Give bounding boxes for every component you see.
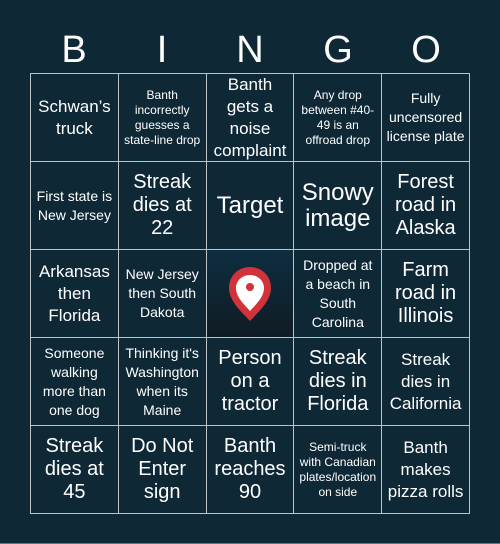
header-letter-i: I <box>156 29 168 71</box>
bingo-cell[interactable]: Farm road in Illinois <box>382 250 470 338</box>
bingo-cell[interactable]: Schwan’s truck <box>31 74 119 162</box>
header-letter-g: G <box>323 29 353 71</box>
bingo-cell[interactable]: Dropped at a beach in South Carolina <box>294 250 383 338</box>
bingo-cell[interactable]: Fully uncensored license plate <box>382 74 470 162</box>
bingo-cell[interactable]: Arkansas then Florida <box>31 250 119 338</box>
bingo-cell[interactable]: Semi-truck with Canadian plates/location… <box>294 426 383 514</box>
header-letter-o: O <box>411 29 441 71</box>
free-space[interactable] <box>206 250 295 338</box>
bingo-cell[interactable]: Forest road in Alaska <box>382 162 470 250</box>
bingo-cell[interactable]: Person on a tractor <box>206 338 295 426</box>
bingo-cell[interactable]: Target <box>206 162 295 250</box>
bingo-cell[interactable]: Streak dies at 45 <box>31 426 119 514</box>
bingo-cell[interactable]: Someone walking more than one dog <box>31 338 119 426</box>
bingo-cell[interactable]: Streak dies at 22 <box>118 162 207 250</box>
bingo-cell[interactable]: New Jersey then South Dakota <box>118 250 207 338</box>
bingo-cell[interactable]: Any drop between #40-49 is an offroad dr… <box>294 74 383 162</box>
bingo-cell[interactable]: Streak dies in Florida <box>294 338 383 426</box>
bingo-board: Schwan’s truck Banth incorrectly guesses… <box>30 73 470 514</box>
bingo-cell[interactable]: Streak dies in California <box>382 338 470 426</box>
header-letter-b: B <box>61 29 87 71</box>
bingo-cell[interactable]: Do Not Enter sign <box>118 426 207 514</box>
bingo-cell[interactable]: Banth incorrectly guesses a state-line d… <box>118 74 207 162</box>
map-pin-icon <box>228 266 271 321</box>
bingo-header: B I N G O <box>30 28 470 72</box>
bingo-cell[interactable]: Thinking it's Washington when its Maine <box>118 338 207 426</box>
bingo-cell[interactable]: Banth gets a noise complaint <box>206 74 295 162</box>
bingo-cell[interactable]: First state is New Jersey <box>31 162 119 250</box>
header-letter-n: N <box>236 29 264 71</box>
bingo-cell[interactable]: Snowy image <box>294 162 383 250</box>
bingo-cell[interactable]: Banth reaches 90 <box>206 426 295 514</box>
bingo-cell[interactable]: Banth makes pizza rolls <box>382 426 470 514</box>
